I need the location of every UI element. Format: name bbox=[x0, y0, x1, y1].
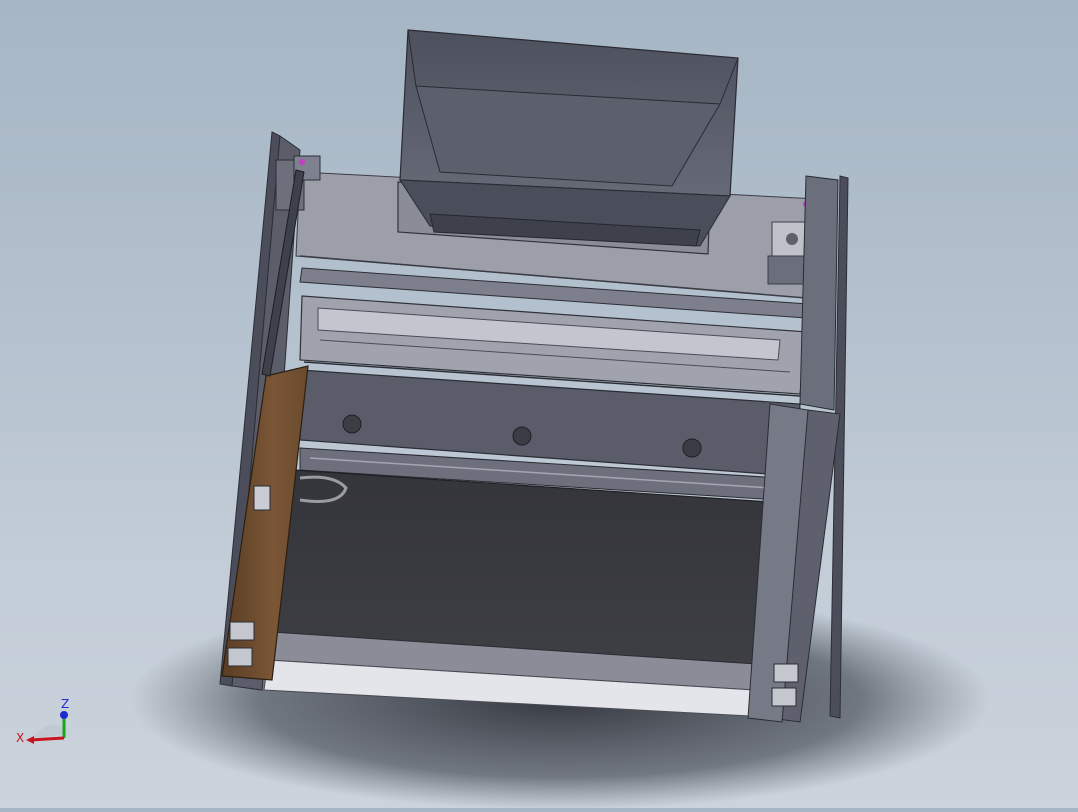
triad-x-arrow bbox=[26, 736, 34, 744]
left-foot-block-2[interactable] bbox=[227, 647, 253, 667]
triad-x-label: X bbox=[16, 731, 24, 745]
beam-nozzle-2[interactable] bbox=[512, 426, 532, 446]
left-foot-block-1[interactable] bbox=[229, 621, 255, 641]
machine-model[interactable] bbox=[0, 0, 1078, 810]
beam-nozzle-3[interactable] bbox=[682, 438, 702, 458]
triad-z-label: Z bbox=[61, 697, 69, 711]
cad-viewport[interactable]: Z X bbox=[0, 0, 1078, 810]
beam-nozzle-1[interactable] bbox=[342, 414, 362, 434]
feed-hopper-inner bbox=[415, 85, 721, 187]
left-column-clamp[interactable] bbox=[253, 485, 271, 511]
right-foot-block-1[interactable] bbox=[773, 663, 799, 683]
motor-shaft bbox=[786, 233, 798, 245]
triad-y-axis bbox=[60, 711, 68, 719]
right-column[interactable] bbox=[799, 175, 839, 411]
right-foot-block-2[interactable] bbox=[771, 687, 797, 707]
left-magenta-marker bbox=[299, 159, 305, 165]
triad-x-axis bbox=[29, 736, 65, 742]
coordinate-triad-icon: Z X bbox=[16, 697, 69, 745]
